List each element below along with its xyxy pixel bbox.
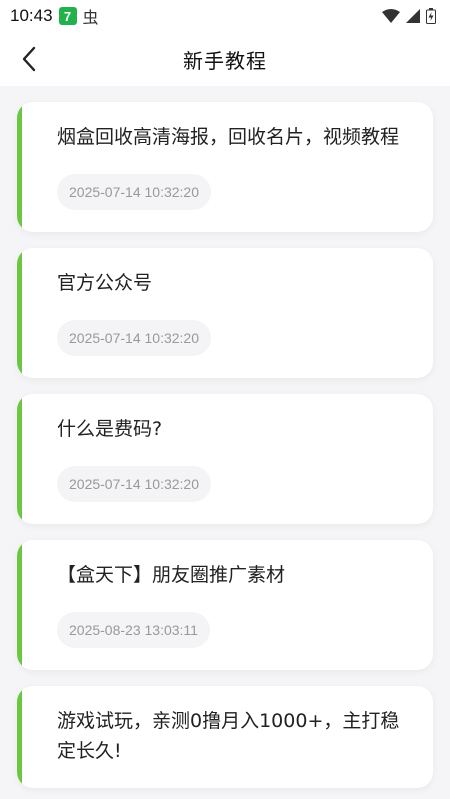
tutorial-date: 2025-07-14 10:32:20	[57, 466, 211, 502]
battery-icon	[426, 8, 436, 24]
tutorial-card[interactable]: 官方公众号 2025-07-14 10:32:20	[17, 248, 433, 378]
tutorial-title: 【盒天下】朋友圈推广素材	[57, 564, 286, 586]
status-bar: 10:43 7 虫	[0, 0, 450, 32]
tutorial-title: 官方公众号	[57, 272, 153, 294]
status-left: 10:43 7 虫	[10, 4, 99, 28]
chevron-left-icon	[22, 46, 36, 72]
wifi-icon	[382, 9, 400, 23]
tutorial-date: 2025-07-14 10:32:20	[57, 174, 211, 210]
tutorial-title: 烟盒回收高清海报，回收名片，视频教程	[57, 126, 400, 148]
bug-icon: 虫	[82, 8, 99, 27]
tutorial-card[interactable]: 烟盒回收高清海报，回收名片，视频教程 2025-07-14 10:32:20	[17, 102, 433, 232]
tutorial-list: 烟盒回收高清海报，回收名片，视频教程 2025-07-14 10:32:20 官…	[0, 86, 450, 788]
tutorial-date: 2025-07-14 10:32:20	[57, 320, 211, 356]
back-button[interactable]	[14, 44, 44, 74]
header: 新手教程	[0, 32, 450, 86]
app-notification-icon: 7	[58, 7, 77, 25]
tutorial-card[interactable]: 【盒天下】朋友圈推广素材 2025-08-23 13:03:11	[17, 540, 433, 670]
tutorial-card[interactable]: 游戏试玩，亲测0撸月入1000+，主打稳定长久!	[17, 686, 433, 788]
tutorial-title: 什么是费码?	[57, 418, 163, 440]
tutorial-title: 游戏试玩，亲测0撸月入1000+，主打稳定长久!	[57, 710, 400, 762]
status-time: 10:43	[10, 6, 53, 25]
signal-icon	[406, 9, 420, 23]
tutorial-card[interactable]: 什么是费码? 2025-07-14 10:32:20	[17, 394, 433, 524]
tutorial-date: 2025-08-23 13:03:11	[57, 612, 210, 648]
status-right	[382, 8, 436, 24]
page-title: 新手教程	[183, 48, 267, 73]
